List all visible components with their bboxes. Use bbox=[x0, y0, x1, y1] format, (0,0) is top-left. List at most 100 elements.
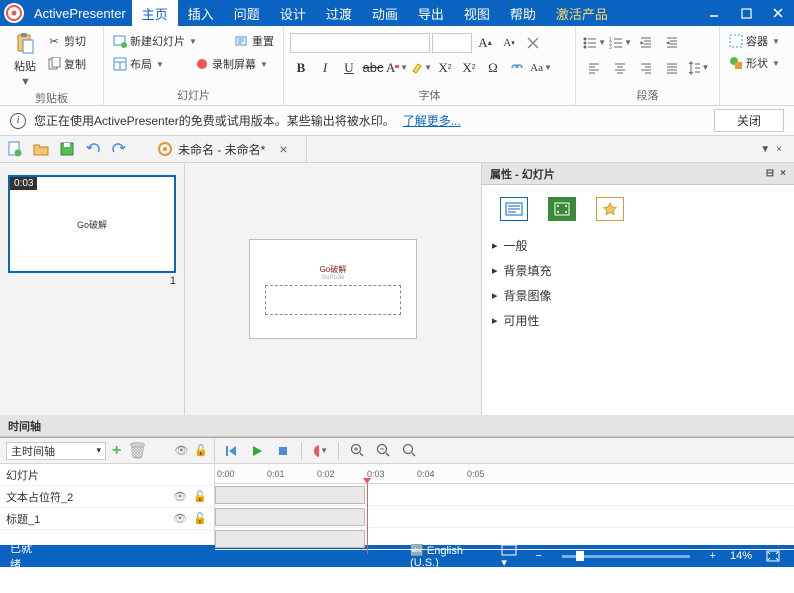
cut-button[interactable]: ✂剪切 bbox=[44, 31, 89, 51]
clear-format-button[interactable] bbox=[522, 32, 544, 54]
omega-button[interactable]: Ω bbox=[482, 57, 504, 79]
visibility-toggle[interactable]: 👁 bbox=[172, 490, 188, 503]
align-center-button[interactable] bbox=[608, 57, 632, 79]
stop-button[interactable] bbox=[275, 443, 291, 459]
remove-track-icon[interactable]: 🗑 bbox=[127, 441, 147, 461]
underline-button[interactable]: U bbox=[338, 57, 360, 79]
close-panel-icon[interactable]: × bbox=[780, 168, 786, 179]
new-file-icon[interactable] bbox=[6, 140, 24, 158]
properties-tab-interactivity[interactable] bbox=[548, 197, 576, 221]
case-button[interactable]: Aa▼ bbox=[530, 57, 552, 79]
tab-transition[interactable]: 过渡 bbox=[316, 0, 362, 26]
section-bgfill[interactable]: 背景填充 bbox=[492, 258, 784, 283]
document-tab-close[interactable]: × bbox=[271, 141, 295, 157]
strikethrough-button[interactable]: abc bbox=[362, 57, 384, 79]
properties-tab-star[interactable] bbox=[596, 197, 624, 221]
justify-button[interactable] bbox=[660, 57, 684, 79]
playhead[interactable] bbox=[367, 484, 368, 554]
section-bgimage[interactable]: 背景图像 bbox=[492, 283, 784, 308]
tab-export[interactable]: 导出 bbox=[408, 0, 454, 26]
layout-button[interactable]: 布局▼ bbox=[110, 54, 190, 74]
zoom-in-button[interactable] bbox=[349, 443, 365, 459]
tab-question[interactable]: 问题 bbox=[224, 0, 270, 26]
info-close-button[interactable]: 关闭 bbox=[714, 109, 784, 132]
maximize-button[interactable] bbox=[730, 0, 762, 26]
decrease-font-button[interactable]: A▾ bbox=[498, 32, 520, 54]
record-screen-button[interactable]: 录制屏幕▼ bbox=[192, 54, 271, 74]
time-ruler[interactable]: 0:00 0:01 0:02 0:03 0:04 0:05 bbox=[215, 464, 794, 484]
increase-indent-button[interactable] bbox=[660, 32, 684, 54]
lock-toggle[interactable]: 🔓 bbox=[192, 490, 208, 503]
zoom-out-button[interactable] bbox=[375, 443, 391, 459]
svg-text:!: ! bbox=[319, 446, 320, 456]
align-right-button[interactable] bbox=[634, 57, 658, 79]
learn-more-link[interactable]: 了解更多... bbox=[403, 112, 461, 129]
highlight-button[interactable]: ▼ bbox=[410, 57, 432, 79]
properties-tab-slide[interactable] bbox=[500, 197, 528, 221]
go-start-button[interactable] bbox=[223, 443, 239, 459]
number-list-button[interactable]: 123▼ bbox=[608, 32, 632, 54]
italic-button[interactable]: I bbox=[314, 57, 336, 79]
zoom-in-status[interactable]: + bbox=[706, 550, 720, 562]
font-family-combo[interactable] bbox=[290, 33, 430, 53]
collapse-icon[interactable]: ▼ bbox=[760, 144, 770, 155]
container-button[interactable]: 容器▼ bbox=[726, 31, 792, 51]
subscript-button[interactable]: X2 bbox=[458, 57, 480, 79]
tab-view[interactable]: 视图 bbox=[454, 0, 500, 26]
zoom-out-status[interactable]: − bbox=[531, 550, 545, 562]
clip-title[interactable] bbox=[215, 530, 365, 548]
link-button[interactable] bbox=[506, 57, 528, 79]
close-button[interactable] bbox=[762, 0, 794, 26]
record-button[interactable]: !▼ bbox=[312, 443, 328, 459]
tab-design[interactable]: 设计 bbox=[270, 0, 316, 26]
superscript-button[interactable]: X2 bbox=[434, 57, 456, 79]
open-file-icon[interactable] bbox=[32, 140, 50, 158]
tab-help[interactable]: 帮助 bbox=[500, 0, 546, 26]
add-track-icon[interactable]: + bbox=[112, 442, 121, 460]
align-left-button[interactable] bbox=[582, 57, 606, 79]
slide-canvas[interactable]: Go破解 GoPoJie bbox=[249, 239, 417, 339]
shape-button[interactable]: 形状▼ bbox=[726, 53, 792, 73]
clip-text[interactable] bbox=[215, 508, 365, 526]
zoom-fit-button[interactable] bbox=[401, 443, 417, 459]
font-color-button[interactable]: A▼ bbox=[386, 57, 408, 79]
bold-button[interactable]: B bbox=[290, 57, 312, 79]
reset-button[interactable]: 重置 bbox=[232, 31, 277, 51]
new-slide-button[interactable]: 新建幻灯片▼ bbox=[110, 31, 230, 51]
close-panel-icon[interactable]: × bbox=[776, 144, 782, 155]
paste-button[interactable]: 粘贴 ▼ bbox=[6, 28, 44, 88]
play-button[interactable] bbox=[249, 443, 265, 459]
text-placeholder-box[interactable] bbox=[265, 285, 401, 315]
tab-insert[interactable]: 插入 bbox=[178, 0, 224, 26]
section-general[interactable]: 一般 bbox=[492, 233, 784, 258]
slide-thumbnail[interactable]: 0:03 Go破解 bbox=[8, 175, 176, 273]
section-availability[interactable]: 可用性 bbox=[492, 308, 784, 333]
unpin-icon[interactable]: ⊟ bbox=[766, 168, 774, 179]
doc-logo-icon bbox=[158, 142, 172, 156]
tab-activate[interactable]: 激活产品 bbox=[546, 0, 618, 26]
timeline-select[interactable]: 主时间轴 bbox=[6, 442, 106, 460]
canvas-area[interactable]: Go破解 GoPoJie bbox=[185, 163, 482, 415]
document-tab[interactable]: 未命名 - 未命名* × bbox=[148, 136, 307, 163]
line-spacing-button[interactable]: ▼ bbox=[686, 57, 710, 79]
bullet-list-button[interactable]: ▼ bbox=[582, 32, 606, 54]
minimize-button[interactable] bbox=[698, 0, 730, 26]
clip-slide[interactable] bbox=[215, 486, 365, 504]
track-row-text[interactable]: 文本占位符_2👁🔓 bbox=[0, 486, 214, 508]
visibility-toggle[interactable]: 👁 bbox=[172, 512, 188, 525]
tab-animation[interactable]: 动画 bbox=[362, 0, 408, 26]
track-row-slide[interactable]: 幻灯片 bbox=[0, 464, 214, 486]
fit-button[interactable] bbox=[762, 550, 784, 562]
zoom-percent[interactable]: 14% bbox=[730, 550, 752, 562]
copy-button[interactable]: 复制 bbox=[44, 54, 89, 74]
save-icon[interactable] bbox=[58, 140, 76, 158]
increase-font-button[interactable]: A▴ bbox=[474, 32, 496, 54]
font-size-combo[interactable] bbox=[432, 33, 472, 53]
redo-icon[interactable]: ▼ bbox=[110, 140, 128, 158]
zoom-slider[interactable] bbox=[562, 555, 690, 558]
decrease-indent-button[interactable] bbox=[634, 32, 658, 54]
tab-home[interactable]: 主页 bbox=[132, 0, 178, 26]
undo-icon[interactable]: ▼ bbox=[84, 140, 102, 158]
lock-toggle[interactable]: 🔓 bbox=[192, 512, 208, 525]
track-row-title[interactable]: 标题_1👁🔓 bbox=[0, 508, 214, 530]
